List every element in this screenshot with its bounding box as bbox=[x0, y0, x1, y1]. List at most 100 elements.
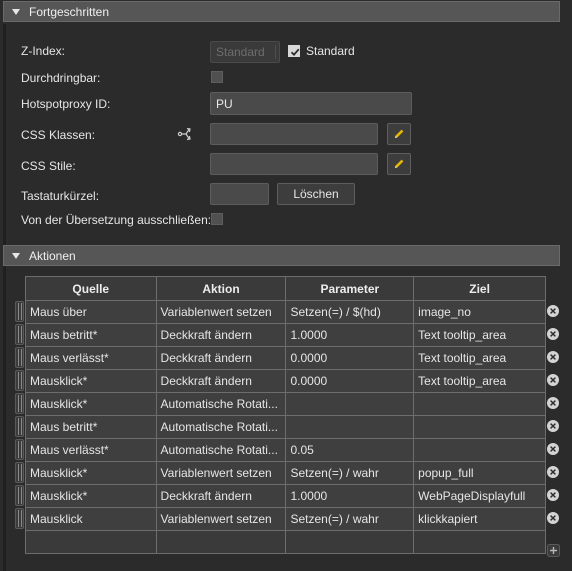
hotspot-proxy-input[interactable]: PU bbox=[210, 92, 412, 115]
css-classes-input[interactable] bbox=[210, 123, 378, 145]
table-row[interactable]: Maus verlässt* Deckkraft ändern 0.0000 Text… bbox=[25, 346, 546, 370]
cell-action[interactable]: Automatische Rotati... bbox=[155, 415, 287, 439]
cell-target[interactable]: popup_full bbox=[413, 461, 546, 485]
cell-parameter[interactable]: 0.0000 bbox=[285, 369, 415, 393]
edit-css-classes-button[interactable] bbox=[387, 123, 411, 145]
plus-icon[interactable] bbox=[547, 544, 560, 557]
circle-x-icon[interactable] bbox=[546, 327, 560, 341]
cell-source[interactable]: Mausklick* bbox=[25, 461, 157, 485]
cell-parameter[interactable] bbox=[285, 415, 415, 439]
cell-action[interactable]: Automatische Rotati... bbox=[155, 438, 287, 462]
panel-left-rail bbox=[3, 24, 6, 571]
cell-action[interactable]: Deckkraft ändern bbox=[155, 369, 287, 393]
cell-action[interactable]: Variablenwert setzen bbox=[155, 507, 287, 531]
table-row[interactable]: Mausklick Variablenwert setzen Setzen(=) /… bbox=[25, 507, 546, 531]
cell-parameter[interactable]: 0.0000 bbox=[285, 346, 415, 370]
cell-action[interactable]: Deckkraft ändern bbox=[155, 323, 287, 347]
circle-x-icon[interactable] bbox=[546, 465, 560, 479]
cell-target[interactable] bbox=[413, 415, 546, 439]
cell-target[interactable]: WebPageDisplayfull bbox=[413, 484, 546, 508]
cell-parameter[interactable]: 1.0000 bbox=[285, 323, 415, 347]
css-styles-input[interactable] bbox=[210, 153, 378, 175]
circle-x-icon[interactable] bbox=[546, 488, 560, 502]
cell-parameter[interactable]: 0.05 bbox=[285, 438, 415, 462]
cell-source[interactable]: Maus betritt* bbox=[25, 323, 157, 347]
cell-target[interactable] bbox=[413, 438, 546, 462]
cell-source[interactable]: Mausklick bbox=[25, 507, 157, 531]
hotspot-proxy-value: PU bbox=[216, 96, 233, 111]
drag-handle-icon[interactable] bbox=[15, 416, 24, 437]
table-row[interactable]: Maus betritt* Deckkraft ändern 1.0000 Text … bbox=[25, 323, 546, 347]
circle-x-icon[interactable] bbox=[546, 350, 560, 364]
table-row[interactable]: Maus betritt* Automatische Rotati... bbox=[25, 415, 546, 439]
z-index-input[interactable]: Standard bbox=[210, 41, 280, 63]
cell-parameter[interactable] bbox=[285, 392, 415, 416]
penetrable-label: Durchdringbar: bbox=[21, 71, 101, 85]
css-classes-label: CSS Klassen: bbox=[21, 128, 96, 142]
cell-target[interactable]: Text tooltip_area bbox=[413, 323, 546, 347]
cell-target[interactable]: image_no bbox=[413, 300, 546, 324]
drag-handle-icon[interactable] bbox=[15, 370, 24, 391]
table-row[interactable]: Mausklick* Variablenwert setzen Setzen(=) … bbox=[25, 461, 546, 485]
section-header-actions[interactable]: Aktionen bbox=[3, 245, 560, 266]
circle-x-icon[interactable] bbox=[546, 442, 560, 456]
cell-source[interactable]: Mausklick* bbox=[25, 369, 157, 393]
drag-handle-icon[interactable] bbox=[15, 439, 24, 460]
cell-target[interactable]: Text tooltip_area bbox=[413, 369, 546, 393]
drag-handle-icon[interactable] bbox=[15, 485, 24, 506]
circle-x-icon[interactable] bbox=[546, 396, 560, 410]
drag-handle-icon[interactable] bbox=[15, 301, 24, 322]
cell-target[interactable] bbox=[413, 392, 546, 416]
table-row[interactable]: Mausklick* Deckkraft ändern 0.0000 Text too… bbox=[25, 369, 546, 393]
exclude-translation-checkbox[interactable] bbox=[211, 213, 223, 225]
cell-action[interactable]: Variablenwert setzen bbox=[155, 461, 287, 485]
table-row-new[interactable] bbox=[25, 530, 546, 554]
cell-source[interactable]: Maus verlässt* bbox=[25, 438, 157, 462]
z-index-default-checkbox[interactable] bbox=[288, 45, 300, 57]
cell-action[interactable]: Variablenwert setzen bbox=[155, 300, 287, 324]
table-row[interactable]: Mausklick* Automatische Rotati... bbox=[25, 392, 546, 416]
circle-x-icon[interactable] bbox=[546, 419, 560, 433]
cell-action[interactable] bbox=[155, 530, 287, 554]
section-header-advanced[interactable]: Fortgeschritten bbox=[3, 1, 560, 22]
cell-parameter[interactable] bbox=[285, 530, 415, 554]
circle-x-icon[interactable] bbox=[546, 304, 560, 318]
drag-handle-icon[interactable] bbox=[15, 347, 24, 368]
table-row[interactable]: Maus über Variablenwert setzen Setzen(=) /… bbox=[25, 300, 546, 324]
cell-source[interactable]: Maus verlässt* bbox=[25, 346, 157, 370]
cell-parameter[interactable]: 1.0000 bbox=[285, 484, 415, 508]
cell-source[interactable]: Maus über bbox=[25, 300, 157, 324]
cell-action[interactable]: Automatische Rotati... bbox=[155, 392, 287, 416]
cell-source[interactable]: Maus betritt* bbox=[25, 415, 157, 439]
column-header-action[interactable]: Aktion bbox=[155, 276, 287, 301]
drag-handle-icon[interactable] bbox=[15, 508, 24, 529]
cell-source[interactable]: Mausklick* bbox=[25, 392, 157, 416]
cell-action[interactable]: Deckkraft ändern bbox=[155, 484, 287, 508]
cell-source[interactable]: Mausklick* bbox=[25, 484, 157, 508]
table-row[interactable]: Maus verlässt* Automatische Rotati... 0.05 bbox=[25, 438, 546, 462]
drag-handle-icon[interactable] bbox=[15, 393, 24, 414]
circle-x-icon[interactable] bbox=[546, 511, 560, 525]
drag-handle-icon[interactable] bbox=[15, 462, 24, 483]
hotspot-proxy-label: Hotspotproxy ID: bbox=[21, 97, 111, 111]
column-header-source[interactable]: Quelle bbox=[25, 276, 157, 301]
cell-parameter[interactable]: Setzen(=) / wahr bbox=[285, 507, 415, 531]
cell-target[interactable] bbox=[413, 530, 546, 554]
cell-source[interactable] bbox=[25, 530, 157, 554]
cell-parameter[interactable]: Setzen(=) / wahr bbox=[285, 461, 415, 485]
shortcut-input[interactable] bbox=[210, 183, 269, 205]
edit-css-styles-button[interactable] bbox=[387, 153, 411, 175]
cell-parameter[interactable]: Setzen(=) / $(hd) bbox=[285, 300, 415, 324]
share-branch-icon[interactable] bbox=[177, 127, 193, 141]
cell-target[interactable]: klickkapiert bbox=[413, 507, 546, 531]
drag-handle-icon[interactable] bbox=[15, 324, 24, 345]
table-row[interactable]: Mausklick* Deckkraft ändern 1.0000 WebPageD… bbox=[25, 484, 546, 508]
circle-x-icon[interactable] bbox=[546, 373, 560, 387]
column-header-target[interactable]: Ziel bbox=[413, 276, 546, 301]
section-title-actions: Aktionen bbox=[29, 248, 76, 263]
cell-target[interactable]: Text tooltip_area bbox=[413, 346, 546, 370]
penetrable-checkbox[interactable] bbox=[211, 71, 223, 83]
clear-shortcut-button[interactable]: Löschen bbox=[277, 183, 355, 205]
column-header-parameter[interactable]: Parameter bbox=[285, 276, 415, 301]
cell-action[interactable]: Deckkraft ändern bbox=[155, 346, 287, 370]
